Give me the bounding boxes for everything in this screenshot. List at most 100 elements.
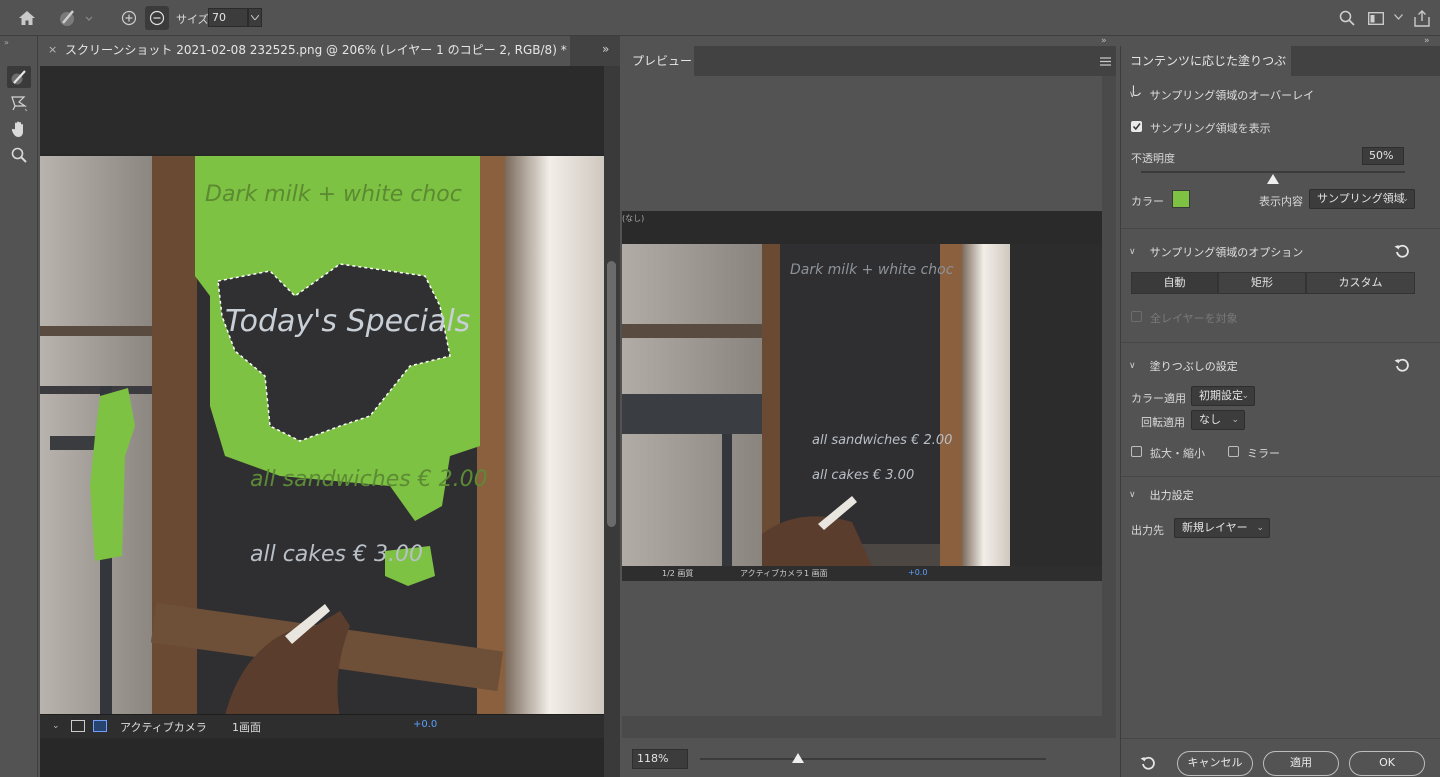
reset-icon[interactable] xyxy=(1393,242,1411,260)
overlay-section-header[interactable]: ∨ サンプリング領域のオーバーレイ xyxy=(1129,87,1314,103)
scrollbar-thumb[interactable] xyxy=(607,261,616,527)
opacity-slider-handle[interactable] xyxy=(1267,174,1279,184)
options-section-header[interactable]: ∨ サンプリング領域のオプション xyxy=(1129,244,1303,260)
preview-camera-label: アクティブカメラ xyxy=(740,569,804,578)
output-section-title: 出力設定 xyxy=(1149,489,1194,502)
zoom-tool-icon[interactable] xyxy=(7,144,31,166)
mirror-label: ミラー xyxy=(1247,447,1280,460)
preview-image: Dark milk + white choc all sandwiches € … xyxy=(622,244,1102,566)
search-icon[interactable] xyxy=(1338,9,1356,27)
mirror-checkbox[interactable] xyxy=(1228,446,1239,457)
size-label: サイズ xyxy=(176,13,209,26)
color-adapt-label: カラー適用 xyxy=(1131,392,1186,405)
document-canvas[interactable]: Today's Specials Dark milk + white choc … xyxy=(40,66,604,777)
subtract-from-area-icon[interactable] xyxy=(145,6,169,30)
add-to-area-icon[interactable] xyxy=(119,8,139,28)
chevron-down-icon: ∨ xyxy=(1129,361,1136,371)
preview-view-label: 1 画面 xyxy=(804,569,828,578)
rotate-label: 回転適用 xyxy=(1141,416,1185,429)
document-tab-bar: × スクリーンショット 2021-02-08 232525.png @ 206%… xyxy=(40,36,620,66)
panel-menu-icon[interactable] xyxy=(1100,56,1111,66)
options-bar: サイズ 70 xyxy=(0,0,1440,36)
opacity-input[interactable]: 50% xyxy=(1362,147,1404,165)
color-adapt-value: 初期設定 xyxy=(1199,389,1243,402)
offset-label: +0.0 xyxy=(413,719,438,730)
reset-icon[interactable] xyxy=(1139,754,1157,772)
collapse-panels-icon[interactable]: » xyxy=(602,42,609,56)
view-label: 1画面 xyxy=(232,721,261,734)
chevron-down-icon: ⌄ xyxy=(52,721,60,731)
brush-preset-picker[interactable] xyxy=(55,6,95,30)
preview-embedded-bar: 1/2 画質 アクティブカメラ 1 画面 +0.0 xyxy=(622,566,1102,581)
collapse-panels-icon[interactable]: » xyxy=(1101,36,1107,46)
output-section-header[interactable]: ∨ 出力設定 xyxy=(1129,487,1194,503)
close-icon[interactable]: × xyxy=(48,36,57,64)
opacity-slider-track[interactable] xyxy=(1141,171,1405,173)
lasso-tool-icon[interactable] xyxy=(7,92,31,114)
frame-icon xyxy=(71,720,85,732)
options-section-title: サンプリング領域のオプション xyxy=(1149,246,1304,259)
rotate-dropdown[interactable]: なし ⌄ xyxy=(1191,410,1245,430)
share-icon[interactable] xyxy=(1412,8,1432,28)
rotate-value: なし xyxy=(1199,413,1221,426)
fill-section-title: 塗りつぶしの設定 xyxy=(1149,360,1238,373)
collapse-toolbar-icon[interactable]: » xyxy=(4,38,9,47)
chalk-line-sandwiches: all sandwiches € 2.00 xyxy=(250,467,488,492)
display-value: サンプリング領域 xyxy=(1317,192,1405,205)
chevron-down-icon: ∨ xyxy=(1129,490,1136,500)
preview-res-label: 1/2 画質 xyxy=(662,569,694,578)
show-sampling-checkbox[interactable] xyxy=(1131,121,1142,132)
preview-chalk-top: Dark milk + white choc xyxy=(790,262,954,278)
chalk-top-text: Dark milk + white choc xyxy=(205,182,462,207)
document-vertical-scrollbar[interactable] xyxy=(604,66,620,777)
chevron-down-icon: ⌄ xyxy=(1231,415,1239,425)
display-dropdown[interactable]: サンプリング領域 ⌄ xyxy=(1309,189,1415,209)
document-title: スクリーンショット 2021-02-08 232525.png @ 206% (… xyxy=(65,43,567,57)
preview-horizontal-scrollbar[interactable] xyxy=(622,716,1116,738)
preview-vertical-scrollbar[interactable] xyxy=(1102,76,1116,716)
output-dropdown[interactable]: 新規レイヤー ⌄ xyxy=(1174,518,1270,538)
apply-button[interactable]: 適用 xyxy=(1263,751,1339,776)
chalk-title-text: Today's Specials xyxy=(225,304,470,339)
collapse-panels-icon[interactable]: » xyxy=(1424,36,1430,46)
panel-tab-bar: コンテンツに応じた塗りつぶし xyxy=(1121,46,1440,98)
chevron-down-icon: ⌄ xyxy=(1256,523,1264,533)
mode-rect-button[interactable]: 矩形 xyxy=(1218,272,1306,294)
chevron-down-icon[interactable] xyxy=(1392,12,1404,22)
ok-button[interactable]: OK xyxy=(1349,751,1425,776)
overlay-color-swatch[interactable] xyxy=(1172,190,1190,208)
all-layers-checkbox[interactable] xyxy=(1131,311,1142,322)
mode-custom-button[interactable]: カスタム xyxy=(1306,272,1415,294)
zoom-input[interactable]: 118% xyxy=(632,749,688,769)
output-value: 新規レイヤー xyxy=(1182,521,1248,534)
panel-title[interactable]: コンテンツに応じた塗りつぶし xyxy=(1121,46,1291,98)
color-adapt-dropdown[interactable]: 初期設定 ⌄ xyxy=(1191,386,1255,406)
home-icon[interactable] xyxy=(14,6,40,30)
content-aware-fill-panel: コンテンツに応じた塗りつぶし ∨ サンプリング領域のオーバーレイ サンプリング領… xyxy=(1120,46,1440,777)
canvas-embedded-bar: ⌄ アクティブカメラ 1画面 +0.0 xyxy=(40,714,604,738)
mode-auto-button[interactable]: 自動 xyxy=(1131,272,1218,294)
size-dropdown-button[interactable] xyxy=(248,8,262,27)
workspace-icon[interactable] xyxy=(1366,9,1386,27)
fill-section-header[interactable]: ∨ 塗りつぶしの設定 xyxy=(1129,358,1238,374)
show-sampling-label: サンプリング領域を表示 xyxy=(1150,122,1271,135)
display-label: 表示内容 xyxy=(1259,195,1303,208)
chevron-down-icon xyxy=(251,15,259,20)
chevron-down-icon: ⌄ xyxy=(1241,391,1249,401)
size-input[interactable]: 70 xyxy=(208,8,248,27)
all-layers-label: 全レイヤーを対象 xyxy=(1150,312,1238,325)
preview-tab[interactable]: プレビュー xyxy=(622,46,694,76)
cancel-button[interactable]: キャンセル xyxy=(1177,751,1253,776)
hand-tool-icon[interactable] xyxy=(7,118,31,140)
chevron-down-icon: ∨ xyxy=(1129,90,1136,100)
zoom-slider-track[interactable] xyxy=(700,758,1046,760)
output-label: 出力先 xyxy=(1131,524,1164,537)
document-tab[interactable]: × スクリーンショット 2021-02-08 232525.png @ 206%… xyxy=(40,36,570,66)
grid-icon xyxy=(93,720,107,732)
canvas-image: Today's Specials Dark milk + white choc … xyxy=(40,156,604,716)
sampling-brush-tool-icon[interactable] xyxy=(7,66,31,88)
chevron-down-icon: ∨ xyxy=(1129,247,1136,257)
scale-checkbox[interactable] xyxy=(1131,446,1142,457)
reset-icon[interactable] xyxy=(1393,356,1411,374)
zoom-slider-handle[interactable] xyxy=(792,753,804,763)
